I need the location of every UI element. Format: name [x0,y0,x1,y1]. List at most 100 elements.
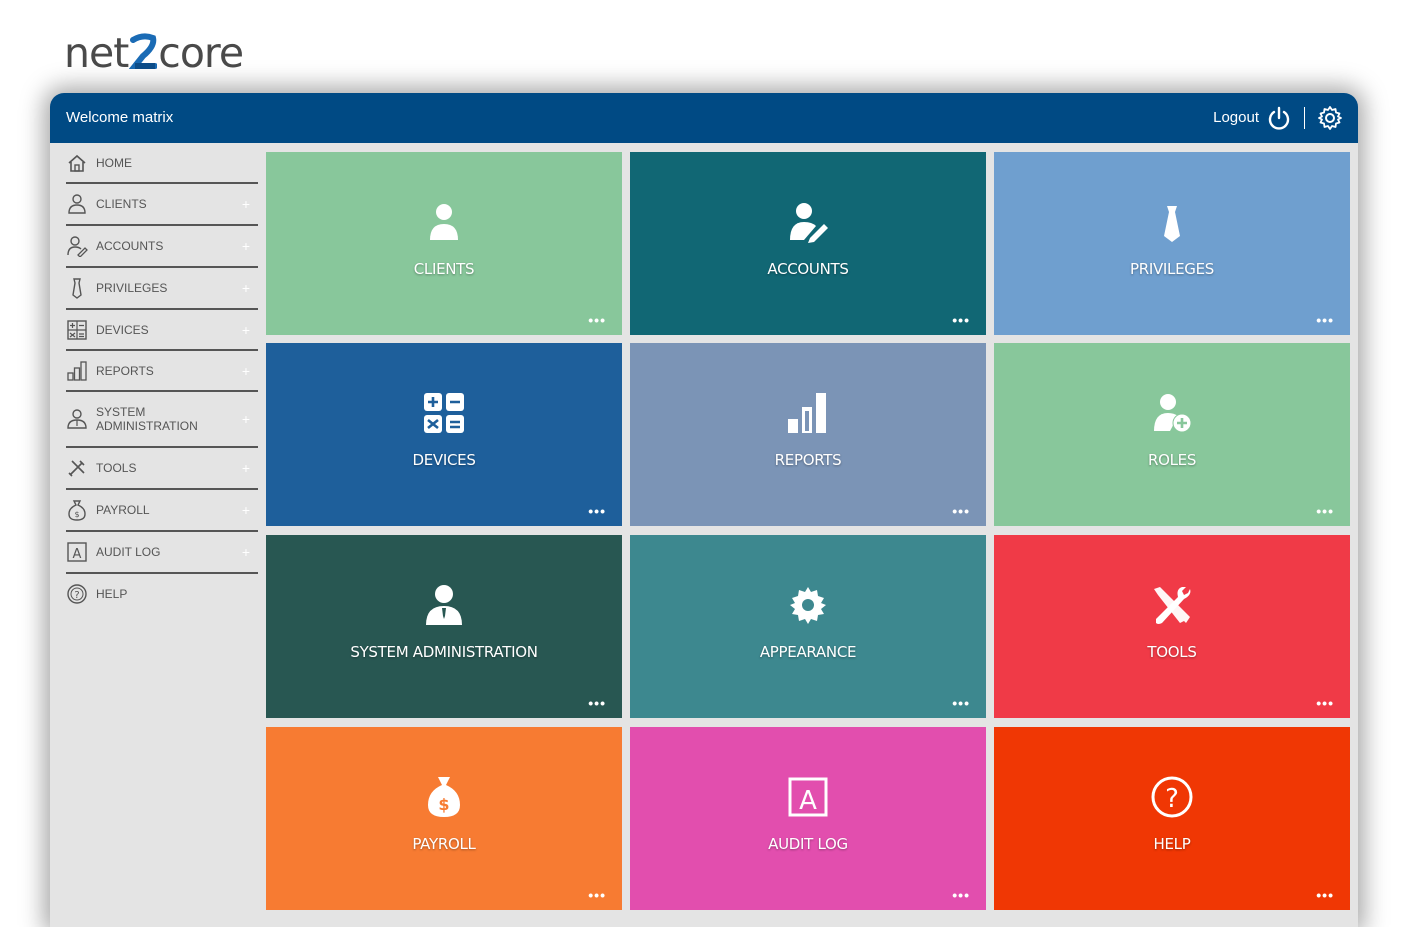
settings-gear-icon[interactable] [1317,105,1343,131]
sidebar-item-system-administration[interactable]: SYSTEM ADMINISTRATION + [66,392,258,448]
sidebar-item-privileges[interactable]: PRIVILEGES + [66,268,258,310]
more-options-icon[interactable]: ••• [1316,696,1334,710]
more-options-icon[interactable]: ••• [588,504,606,518]
tile-label: APPEARANCE [759,643,857,661]
expand-plus-icon[interactable]: + [242,363,250,379]
admin-icon [66,408,88,430]
tile-privileges[interactable]: PRIVILEGES ••• [994,152,1350,335]
sidebar-item-clients[interactable]: CLIENTS + [66,184,258,226]
svg-text:?: ? [74,590,79,601]
tile-tools[interactable]: TOOLS ••• [994,535,1350,718]
tile-label: DEVICES [412,451,476,469]
sidebar-item-payroll[interactable]: $ PAYROLL + [66,490,258,532]
tile-label: CLIENTS [413,260,475,278]
tile-clients[interactable]: CLIENTS ••• [266,152,622,335]
more-options-icon[interactable]: ••• [588,313,606,327]
power-icon[interactable] [1266,105,1292,131]
expand-plus-icon[interactable]: + [242,238,250,254]
sidebar-item-label: AUDIT LOG [96,545,161,559]
user-add-icon [1150,391,1194,435]
sidebar-item-label: PRIVILEGES [96,281,168,295]
tile-audit-log[interactable]: A AUDIT LOG ••• [630,727,986,910]
tile-help[interactable]: ? HELP ••• [994,727,1350,910]
sidebar-item-label: HELP [96,586,128,601]
tile-accounts[interactable]: ACCOUNTS ••• [630,152,986,335]
tile-roles[interactable]: ROLES ••• [994,343,1350,526]
netcore-logo: net core [64,26,244,77]
expand-plus-icon[interactable]: + [242,502,250,518]
logo-2-mark [129,32,159,74]
user-icon [66,193,88,215]
tile-label: TOOLS [1147,643,1197,661]
svg-text:A: A [73,547,82,562]
svg-text:$: $ [438,795,449,814]
more-options-icon[interactable]: ••• [952,696,970,710]
tile-reports[interactable]: REPORTS ••• [630,343,986,526]
app-window: Welcome matrix Logout HOME CLIENTS + ACC… [50,93,1358,927]
audit-icon: A [66,541,88,563]
sidebar-item-label: SYSTEM ADMINISTRATION [96,405,198,433]
sidebar-nav: HOME CLIENTS + ACCOUNTS + PRIVILEGES + D… [66,143,258,613]
more-options-icon[interactable]: ••• [952,313,970,327]
tile-devices[interactable]: DEVICES ••• [266,343,622,526]
tie-icon [66,277,88,299]
tools-icon [1150,583,1194,627]
tile-label: HELP [1153,835,1191,853]
sidebar-item-label: TOOLS [96,461,137,475]
sidebar-item-home[interactable]: HOME [66,143,258,184]
sidebar-item-tools[interactable]: TOOLS + [66,448,258,490]
sidebar-item-accounts[interactable]: ACCOUNTS + [66,226,258,268]
home-icon [66,152,88,174]
more-options-icon[interactable]: ••• [588,888,606,902]
header-divider [1304,107,1305,129]
expand-plus-icon[interactable]: + [242,196,250,212]
expand-plus-icon[interactable]: + [242,460,250,476]
help-icon: ? [66,583,88,605]
tile-label: SYSTEM ADMINISTRATION [350,643,538,661]
money-bag-icon: $ [66,499,88,521]
sidebar-item-devices[interactable]: DEVICES + [66,310,258,351]
expand-plus-icon[interactable]: + [242,544,250,560]
gear-icon [786,583,830,627]
logo-text-left: net [64,29,129,77]
tile-label: REPORTS [774,451,842,469]
tile-label: ROLES [1147,451,1197,469]
bar-chart-icon [66,360,88,382]
top-bar: Welcome matrix Logout [50,93,1358,143]
svg-text:A: A [799,786,817,816]
tile-payroll[interactable]: $ PAYROLL ••• [266,727,622,910]
tile-label: PRIVILEGES [1129,260,1215,278]
sidebar-item-reports[interactable]: REPORTS + [66,351,258,392]
more-options-icon[interactable]: ••• [952,504,970,518]
svg-text:$: $ [74,510,79,519]
sidebar-item-label: ACCOUNTS [96,239,164,253]
tools-icon [66,457,88,479]
sidebar-item-label: REPORTS [96,363,154,378]
audit-icon: A [786,775,830,819]
more-options-icon[interactable]: ••• [588,696,606,710]
more-options-icon[interactable]: ••• [1316,313,1334,327]
tile-system-administration[interactable]: SYSTEM ADMINISTRATION ••• [266,535,622,718]
calculator-icon [66,319,88,341]
tile-label: ACCOUNTS [767,260,849,278]
user-icon [422,200,466,244]
sidebar-item-help[interactable]: ? HELP [66,574,258,613]
svg-text:?: ? [1165,784,1179,814]
logo-text-right: core [158,29,244,77]
admin-icon [422,583,466,627]
expand-plus-icon[interactable]: + [242,280,250,296]
sidebar-item-label: CLIENTS [96,197,147,211]
welcome-text: Welcome matrix [66,109,174,126]
tie-icon [1150,200,1194,244]
more-options-icon[interactable]: ••• [1316,504,1334,518]
logout-link[interactable]: Logout [1213,109,1259,126]
expand-plus-icon[interactable]: + [242,322,250,338]
more-options-icon[interactable]: ••• [952,888,970,902]
user-edit-icon [786,200,830,244]
tile-appearance[interactable]: APPEARANCE ••• [630,535,986,718]
bar-chart-icon [786,391,830,435]
expand-plus-icon[interactable]: + [242,411,250,427]
money-bag-icon: $ [422,775,466,819]
more-options-icon[interactable]: ••• [1316,888,1334,902]
sidebar-item-audit-log[interactable]: A AUDIT LOG + [66,532,258,574]
